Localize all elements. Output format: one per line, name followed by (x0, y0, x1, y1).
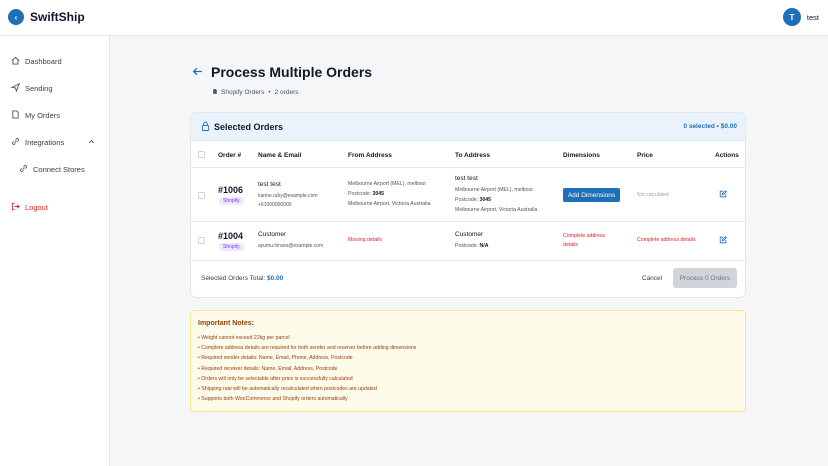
sidebar-item-my-orders[interactable]: My Orders (10, 110, 60, 120)
back-arrow-icon[interactable] (192, 66, 203, 80)
app-name: SwiftShip (30, 10, 85, 24)
column-header-order: Order # (218, 152, 242, 159)
chevron-up-icon[interactable] (88, 138, 95, 147)
send-icon (9, 82, 20, 93)
user-menu[interactable]: T test (782, 8, 819, 26)
postcode-value: N/A (479, 243, 489, 249)
divider (191, 260, 745, 261)
process-orders-button[interactable]: Process 0 Orders (673, 268, 737, 288)
column-header-name-email: Name & Email (258, 152, 302, 159)
from-address-status: Missing details (348, 237, 383, 243)
platform-badge: Shopify (219, 243, 244, 251)
column-header-price: Price (637, 152, 653, 159)
selected-orders-card: Selected Orders 0 selected • $0.00 Order… (190, 112, 746, 298)
separator-dot: • (268, 89, 271, 96)
link-icon (10, 137, 20, 147)
sidebar-item-sending[interactable]: Sending (9, 82, 53, 93)
platform-badge: Shopify (219, 197, 244, 205)
page-title: Process Multiple Orders (211, 64, 373, 80)
important-notes: Important Notes: • Weight cannot exceed … (190, 310, 746, 412)
sidebar-item-integrations[interactable]: Integrations (10, 137, 64, 147)
to-address-region: Melbourne Airport, Victoria Australia (455, 207, 538, 213)
sidebar-item-logout[interactable]: Logout (10, 202, 48, 212)
selected-total: Selected Orders Total: $0.00 (201, 275, 283, 282)
customer-email: ayumu.hirano@example.com (258, 243, 324, 249)
from-postcode: Postcode: 3045 (348, 191, 384, 197)
to-postcode: Postcode: 3045 (455, 197, 491, 203)
customer-name: test test (258, 181, 281, 188)
total-label: Selected Orders Total: (201, 275, 266, 282)
price-status: Not calculated (637, 192, 669, 198)
notes-list: • Weight cannot exceed 22kg per parcel •… (198, 333, 416, 404)
sidebar-item-connect-stores[interactable]: Connect Stores (18, 164, 85, 174)
divider (191, 221, 745, 222)
logout-icon (10, 202, 20, 212)
to-address-line: Melbourne Airport (MEL), melbour (455, 187, 534, 193)
postcode-label: Postcode: (455, 243, 479, 249)
sidebar-item-dashboard[interactable]: Dashboard (10, 56, 62, 66)
add-dimensions-button[interactable]: Add Dimensions (563, 188, 620, 202)
price-status: Complete address details (637, 237, 696, 243)
customer-name: Customer (258, 231, 287, 238)
lock-icon (201, 121, 210, 133)
column-header-from-address: From Address (348, 152, 392, 159)
sidebar-item-label: My Orders (25, 110, 61, 120)
list-item: • Required sender details: Name, Email, … (198, 355, 353, 362)
order-source: Shopify Orders (221, 89, 265, 96)
card-title: Selected Orders (214, 122, 284, 132)
link-icon (18, 164, 28, 174)
list-item: • Orders will only be selectable after p… (198, 375, 353, 382)
row-checkbox[interactable] (198, 237, 205, 244)
sidebar-item-label: Dashboard (25, 56, 62, 66)
postcode-value: 3045 (372, 191, 385, 197)
customer-email: karine.ruby@example.com (258, 193, 318, 199)
row-checkbox[interactable] (198, 192, 205, 199)
cancel-button[interactable]: Cancel (637, 269, 667, 287)
list-item: • Supports both WooCommerce and Shopify … (198, 396, 348, 403)
column-header-to-address: To Address (455, 152, 491, 159)
list-item: • Shipping rate will be automatically re… (198, 386, 377, 393)
user-name: test (806, 12, 819, 22)
column-header-actions: Actions (715, 152, 739, 159)
sidebar: Dashboard Sending My Orders Integrations… (0, 36, 110, 466)
list-item: • Required receiver details: Name, Email… (198, 365, 338, 372)
from-address-line: Melbourne Airport (MEL), melbour (348, 181, 427, 187)
to-postcode: Postcode: N/A (455, 243, 488, 249)
document-icon (10, 110, 20, 120)
sidebar-item-label: Logout (25, 202, 48, 212)
selected-summary: 0 selected • $0.00 (683, 123, 737, 130)
postcode-label: Postcode: (455, 197, 479, 203)
column-header-dimensions: Dimensions (563, 152, 600, 159)
customer-phone: +61000000000 (258, 202, 292, 208)
order-count: 2 orders (274, 89, 299, 96)
divider (191, 167, 745, 168)
from-address-region: Melbourne Airport, Victoria Australia (348, 201, 431, 207)
sidebar-item-label: Sending (25, 83, 53, 93)
list-item: • Complete address details are required … (198, 345, 417, 352)
total-value: $0.00 (267, 275, 284, 282)
document-icon (212, 88, 218, 97)
order-number: #1004 (218, 231, 244, 241)
dimensions-status-cont: details (563, 242, 578, 248)
notes-title: Important Notes: (198, 320, 254, 327)
top-bar: ‹ SwiftShip T test (0, 0, 828, 36)
logo-icon: ‹ (8, 9, 24, 25)
card-header: Selected Orders 0 selected • $0.00 (191, 113, 745, 141)
to-name: test test (455, 175, 478, 182)
edit-icon[interactable] (719, 190, 727, 200)
list-item: • Weight cannot exceed 22kg per parcel (198, 335, 290, 341)
postcode-value: 3045 (479, 197, 492, 203)
edit-icon[interactable] (719, 236, 727, 246)
to-name: Customer (455, 231, 484, 238)
dimensions-status: Complete address (563, 233, 606, 239)
breadcrumb: Shopify Orders • 2 orders (212, 88, 299, 97)
app-logo[interactable]: ‹ SwiftShip (8, 9, 85, 25)
sidebar-item-label: Connect Stores (33, 164, 85, 174)
home-icon (10, 56, 20, 66)
sidebar-item-label: Integrations (25, 137, 65, 147)
postcode-label: Postcode: (348, 191, 372, 197)
select-all-checkbox[interactable] (198, 151, 205, 158)
avatar[interactable]: T (782, 8, 801, 26)
order-number: #1006 (218, 185, 244, 195)
